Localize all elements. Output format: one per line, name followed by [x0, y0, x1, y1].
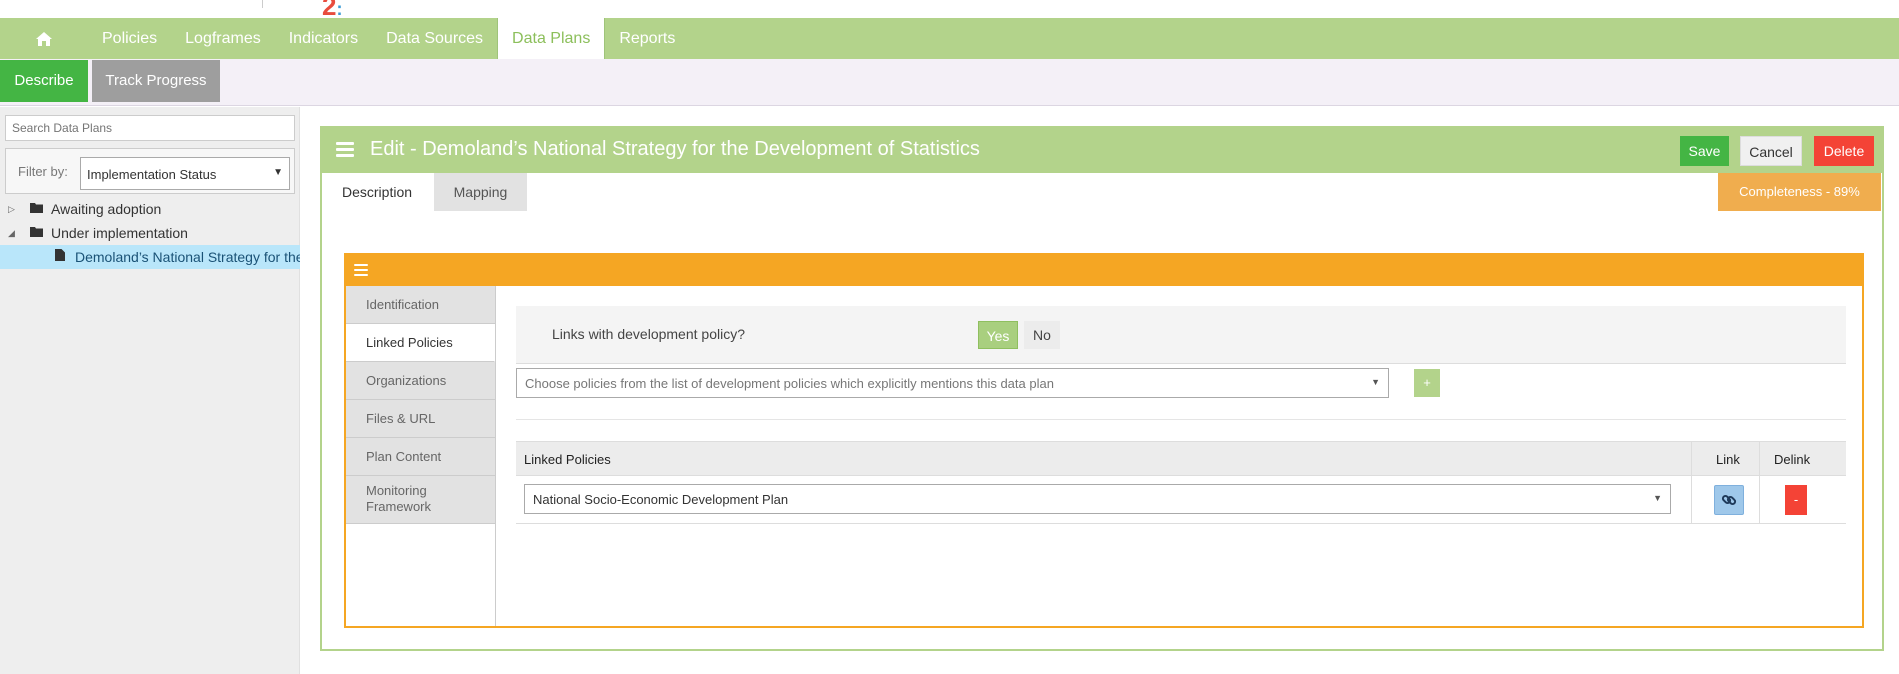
policy-select[interactable]: National Socio-Economic Development Plan…	[524, 484, 1671, 514]
column-header-delink: Delink	[1774, 452, 1811, 467]
vtab-organizations[interactable]: Organizations	[346, 362, 495, 400]
tree-item-demoland-nsds[interactable]: Demoland’s National Strategy for the Dev…	[0, 245, 300, 269]
delete-button[interactable]: Delete	[1814, 136, 1874, 166]
chevron-down-icon: ▼	[1653, 493, 1662, 503]
folder-icon	[30, 197, 43, 221]
vtab-plan-content[interactable]: Plan Content	[346, 438, 495, 476]
yes-toggle[interactable]: Yes	[978, 321, 1018, 349]
vtab-files-url[interactable]: Files & URL	[346, 400, 495, 438]
choose-policies-select[interactable]: Choose policies from the list of develop…	[516, 368, 1389, 398]
filter-select[interactable]: Implementation Status ▼	[80, 157, 290, 190]
file-icon	[55, 245, 65, 269]
panel-header: Edit - Demoland’s National Strategy for …	[322, 128, 1882, 173]
chevron-down-icon: ▼	[273, 167, 283, 178]
tab-mapping[interactable]: Mapping	[434, 173, 527, 211]
page-title: Edit - Demoland’s National Strategy for …	[370, 138, 980, 160]
main-nav: Policies Logframes Indicators Data Sourc…	[0, 18, 1899, 59]
policy-select-value: National Socio-Economic Development Plan	[533, 492, 789, 507]
link-icon	[1721, 494, 1737, 506]
top-strip: 2:	[0, 0, 1899, 21]
delink-button[interactable]: -	[1785, 485, 1807, 515]
tree-item-awaiting-adoption[interactable]: ▷ Awaiting adoption	[0, 197, 300, 221]
link-button[interactable]	[1714, 485, 1744, 515]
search-input[interactable]	[5, 115, 295, 141]
tree-item-label: Awaiting adoption	[51, 201, 162, 217]
filter-select-value: Implementation Status	[87, 167, 217, 182]
describe-button[interactable]: Describe	[0, 60, 88, 102]
table-row: National Socio-Economic Development Plan…	[516, 476, 1846, 524]
choose-policies-placeholder: Choose policies from the list of develop…	[525, 376, 1054, 391]
table-header: Linked Policies Link Delink	[516, 441, 1846, 476]
linked-policies-content: Links with development policy? Yes No Ch…	[516, 286, 1846, 626]
section-tabs: Identification Linked Policies Organizat…	[346, 286, 496, 626]
expand-icon[interactable]: ▷	[8, 197, 15, 221]
linked-policies-table: Linked Policies Link Delink National Soc…	[516, 441, 1846, 524]
filter-label: Filter by:	[18, 164, 68, 179]
add-policy-button[interactable]: +	[1414, 369, 1440, 397]
save-button[interactable]: Save	[1680, 136, 1729, 166]
home-button[interactable]	[0, 18, 88, 59]
menu-icon[interactable]	[336, 142, 354, 158]
policy-link-question: Links with development policy? Yes No	[516, 306, 1846, 364]
section-box: Identification Linked Policies Organizat…	[344, 253, 1864, 628]
track-progress-button[interactable]: Track Progress	[92, 60, 220, 102]
nav-policies[interactable]: Policies	[88, 18, 171, 59]
divider	[516, 419, 1846, 420]
chevron-down-icon: ▼	[1371, 377, 1380, 387]
home-icon	[36, 31, 52, 46]
vtab-monitoring-framework[interactable]: Monitoring Framework	[346, 476, 495, 524]
question-label: Links with development policy?	[552, 326, 745, 342]
column-header-link: Link	[1716, 452, 1740, 467]
nav-data-plans[interactable]: Data Plans	[497, 18, 606, 59]
column-header-linked-policies: Linked Policies	[524, 452, 611, 467]
nav-logframes[interactable]: Logframes	[171, 18, 275, 59]
tree-item-label: Demoland’s National Strategy for the Dev…	[75, 249, 300, 265]
top-divider	[262, 0, 263, 8]
vtab-linked-policies[interactable]: Linked Policies	[346, 324, 495, 362]
vtab-identification[interactable]: Identification	[346, 286, 495, 324]
filter-row: Filter by: Implementation Status ▼	[5, 148, 295, 194]
completeness-badge: Completeness - 89%	[1718, 173, 1881, 211]
nav-reports[interactable]: Reports	[605, 18, 689, 59]
tree-item-label: Under implementation	[51, 225, 188, 241]
cancel-button[interactable]: Cancel	[1740, 136, 1802, 166]
sub-nav: Describe Track Progress	[0, 59, 1899, 106]
logo-suffix: :	[336, 0, 343, 19]
section-header	[346, 255, 1862, 286]
no-toggle[interactable]: No	[1024, 321, 1060, 349]
collapse-icon[interactable]: ◢	[8, 221, 15, 245]
menu-icon[interactable]	[354, 264, 368, 276]
tree-item-under-implementation[interactable]: ◢ Under implementation	[0, 221, 300, 245]
sidebar: Filter by: Implementation Status ▼ ▷ Awa…	[0, 107, 300, 674]
nav-data-sources[interactable]: Data Sources	[372, 18, 497, 59]
edit-panel: Edit - Demoland’s National Strategy for …	[320, 126, 1884, 651]
tab-description[interactable]: Description	[325, 173, 429, 211]
nav-indicators[interactable]: Indicators	[275, 18, 372, 59]
folder-open-icon	[30, 221, 43, 245]
plan-tree: ▷ Awaiting adoption ◢ Under implementati…	[0, 197, 300, 269]
